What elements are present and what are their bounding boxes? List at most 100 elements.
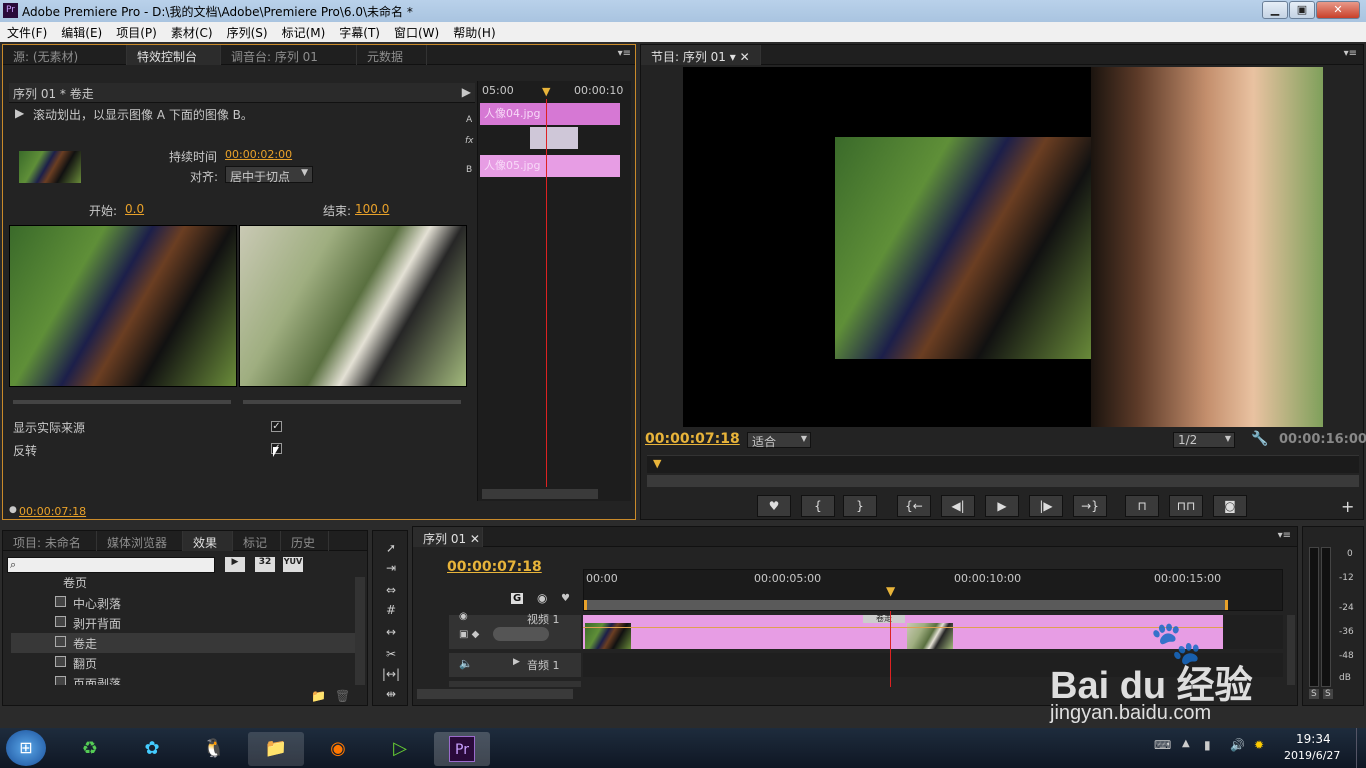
clip-a-bar[interactable]: 人像04.jpg [480,103,620,125]
network-icon[interactable]: ✹ [1254,738,1264,752]
media-app-icon[interactable]: ✿ [124,732,180,766]
menu-file[interactable]: 文件(F) [0,22,54,42]
resolution-dropdown[interactable]: 1/2 ▼ [1173,432,1235,448]
tab-project[interactable]: 项目: 未命名 [3,531,97,551]
start-value[interactable]: 0.0 [125,202,144,216]
clip-b-bar[interactable]: 人像05.jpg [480,155,620,177]
rolling-edit-tool-icon[interactable]: # [381,603,401,621]
mark-in-button[interactable]: { [801,495,835,517]
start-button[interactable]: ⊞ [6,730,46,766]
program-zoom-bar[interactable] [647,475,1359,487]
step-forward-button[interactable]: |▶ [1029,495,1063,517]
track-eye-icon[interactable]: ◉ [459,611,468,622]
speaker-icon[interactable]: 🔈 [459,657,473,670]
panel-menu-icon[interactable]: ▾≡ [618,48,631,59]
tab-effects[interactable]: 效果 [183,531,233,551]
effect-item[interactable]: 中心剥落 [11,593,356,613]
program-playhead-icon[interactable]: ▼ [653,457,661,470]
slip-tool-icon[interactable]: |↔| [381,667,401,685]
close-button[interactable]: ✕ [1316,1,1360,19]
add-button-icon[interactable]: + [1341,497,1354,516]
battery-icon[interactable]: ▮ [1204,738,1211,752]
timeline-ruler[interactable]: 00:00 00:00:05:00 00:00:10:00 00:00:15:0… [583,569,1283,611]
expand-track-icon[interactable]: ▶ [513,657,520,667]
video-track-header[interactable]: ◉ 视频 1 ▣ ◆ [449,611,581,649]
clock-date[interactable]: 2019/6/27 [1284,749,1340,762]
menu-edit[interactable]: 编辑(E) [54,22,109,42]
timeline-timecode[interactable]: 00:00:07:18 [447,559,542,575]
file-explorer-icon[interactable]: 📁 [248,732,304,766]
show-desktop-button[interactable] [1356,728,1366,768]
firefox-icon[interactable]: ◉ [310,732,366,766]
program-timecode[interactable]: 00:00:07:18 [645,431,740,447]
slide-tool-icon[interactable]: ⇹ [381,687,401,705]
transition-marker[interactable]: 卷走 [863,615,905,623]
tab-metadata[interactable]: 元数据 [357,45,427,65]
play-transition-icon[interactable]: ▶ [462,85,471,99]
snap-icon[interactable]: G [511,593,524,604]
rate-stretch-tool-icon[interactable]: ↔ [381,625,401,643]
program-panel-menu-icon[interactable]: ▾≡ [1344,48,1357,59]
tab-program[interactable]: 节目: 序列 01 ▾ ✕ [641,45,761,65]
qq-app-icon[interactable]: 🐧 [186,732,242,766]
timeline-panel-menu-icon[interactable]: ▾≡ [1278,530,1291,541]
menu-marker[interactable]: 标记(M) [275,22,333,42]
tab-source[interactable]: 源: (无素材) [3,45,127,65]
effect-item-selected[interactable]: 卷走 [11,633,356,653]
tab-effect-controls[interactable]: 特效控制台 [127,45,221,65]
wrench-icon[interactable]: 🔧 [1251,431,1268,447]
effects-scrollbar[interactable] [355,577,365,685]
yuv-effects-icon[interactable]: YUV [283,557,303,572]
tab-sequence[interactable]: 序列 01 ✕ [413,527,483,547]
volume-icon[interactable]: 🔊 [1230,738,1245,752]
play-button[interactable]: ▶ [985,495,1019,517]
export-frame-button[interactable]: ◙ [1213,495,1247,517]
mark-out-button[interactable]: } [843,495,877,517]
minimize-button[interactable]: ▁ [1262,1,1288,19]
playhead-marker-icon[interactable]: ▼ [542,85,550,98]
premiere-pro-icon[interactable]: Pr [434,732,490,766]
go-to-out-button[interactable]: →} [1073,495,1107,517]
delete-icon[interactable]: 🗑 [335,689,350,703]
duration-value[interactable]: 00:00:02:00 [225,148,292,161]
mini-scrollbar[interactable] [482,489,598,499]
32bit-effects-icon[interactable]: 32 [255,557,275,572]
extract-button[interactable]: ⊓⊓ [1169,495,1203,517]
show-actual-checkbox[interactable]: ✓ [271,421,282,432]
accelerated-effects-icon[interactable]: ▶ [225,557,245,572]
maximize-button[interactable]: ▣ [1289,1,1315,19]
razor-tool-icon[interactable]: ✂ [381,647,401,665]
effect-item[interactable]: 页面剥落 [11,673,356,685]
add-marker-button[interactable]: ♥ [757,495,791,517]
effect-item[interactable]: 翻页 [11,653,356,673]
timeline-h-scrollbar[interactable] [417,689,573,699]
clock-time[interactable]: 19:34 [1296,732,1331,746]
effect-controls-timecode[interactable]: 00:00:07:18 [19,505,86,518]
timeline-playhead-icon[interactable]: ▼ [886,584,895,598]
end-value[interactable]: 100.0 [355,202,389,216]
menu-sequence[interactable]: 序列(S) [220,22,275,42]
work-area-bar[interactable] [584,600,1228,610]
opacity-pill[interactable] [493,627,549,641]
align-dropdown[interactable]: 居中于切点 ▼ [225,166,313,184]
effects-search-input[interactable]: ⌕ [7,557,215,573]
audio-track-2-header[interactable] [449,681,581,687]
go-to-in-button[interactable]: {← [897,495,931,517]
start-slider[interactable] [13,400,231,404]
menu-title[interactable]: 字幕(T) [332,22,387,42]
tab-history[interactable]: 历史 [281,531,329,551]
menu-project[interactable]: 项目(P) [109,22,164,42]
tab-media-browser[interactable]: 媒体浏览器 [97,531,183,551]
tray-arrow-icon[interactable]: ▲ [1182,738,1190,749]
selection-tool-icon[interactable]: ➚ [381,541,401,559]
new-folder-icon[interactable]: 📁 [311,689,326,703]
keyboard-icon[interactable]: ⌨ [1154,738,1171,752]
add-marker-icon[interactable]: ♥ [561,593,570,604]
lift-button[interactable]: ⊓ [1125,495,1159,517]
folder-page-peel[interactable]: 卷页 [11,577,356,589]
video-editor-icon[interactable]: ▷ [372,732,428,766]
keyframe-icon[interactable]: ▣ ◆ [459,629,479,640]
menu-window[interactable]: 窗口(W) [387,22,446,42]
effect-item[interactable]: 剥开背面 [11,613,356,633]
refresh-app-icon[interactable]: ♻ [62,732,118,766]
